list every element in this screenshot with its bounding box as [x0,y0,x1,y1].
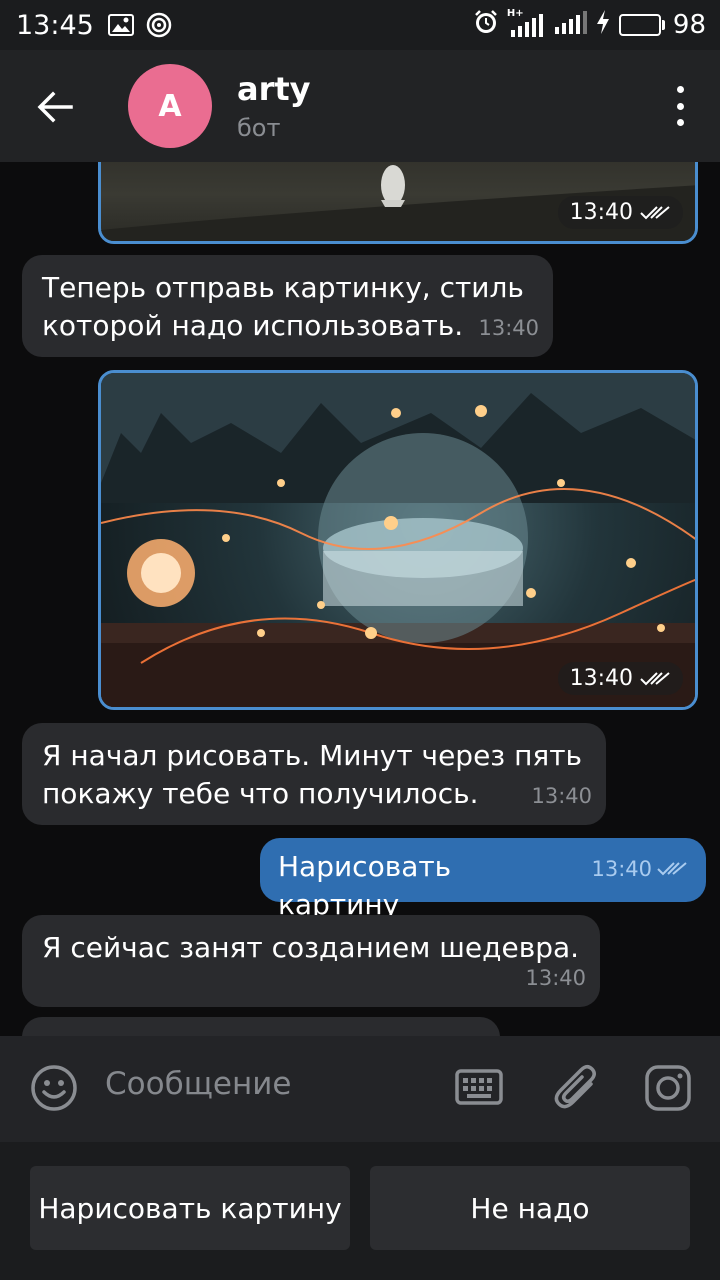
incoming-message[interactable]: Я сейчас занят созданием шедевра. 13:40 [22,915,600,1007]
reply-button-no-thanks[interactable]: Не надо [370,1166,690,1250]
alarm-icon [473,9,499,42]
more-menu-button[interactable] [672,86,688,126]
bot-keyboard-toggle-button[interactable] [455,1069,503,1105]
message-time: 13:40 [591,850,688,888]
message-text-line: Я начал рисовать. Минут через пять [42,739,583,772]
image-message[interactable]: 13:40 [98,162,698,244]
battery-icon [618,14,665,36]
arrow-left-icon [37,91,73,123]
message-input[interactable]: Сообщение [105,1066,291,1102]
double-check-icon [640,671,670,685]
bot-reply-keyboard: Нарисовать картину Не надо [0,1142,720,1280]
message-input-bar: Сообщение [0,1036,720,1142]
avatar-letter: A [158,88,182,124]
keyboard-icon [455,1069,503,1105]
chat-title[interactable]: arty [237,70,311,108]
message-text: Я сейчас занят созданием шедевра. [42,931,580,964]
incoming-message[interactable]: Я начал рисовать. Минут через пять покаж… [22,723,606,825]
double-check-icon [657,862,687,876]
paperclip-icon [554,1065,596,1109]
status-bar: 13:45 H+ 98 [0,0,720,50]
gallery-notification-icon [107,14,134,36]
image-timestamp: 13:40 [557,662,683,695]
message-list[interactable]: 13:40 Теперь отправь картинку, стиль кот… [0,162,720,1036]
chat-header: A arty бот [0,50,720,162]
message-time: 13:40 [525,966,586,990]
message-text: Нарисовать картину [278,850,452,921]
outgoing-message[interactable]: Нарисовать картину 13:40 [260,838,706,921]
charging-icon [595,9,611,42]
battery-percentage: 98 [672,10,706,40]
message-time: 13:40 [478,316,539,340]
image-timestamp: 13:40 [557,196,683,229]
chat-subtitle: бот [237,114,281,142]
reply-button-draw-picture[interactable]: Нарисовать картину [30,1166,350,1250]
incoming-message-partial[interactable] [22,1017,500,1036]
message-text-line: которой надо использовать. [42,309,464,342]
camera-icon [645,1065,691,1111]
message-text-line: покажу тебе что получилось. [42,777,479,810]
back-button[interactable] [30,82,80,132]
image-message[interactable]: 13:40 [98,370,698,710]
camera-button[interactable] [644,1064,692,1112]
photo-preview [101,373,695,707]
message-text-line: Теперь отправь картинку, стиль [42,271,524,304]
message-time: 13:40 [531,784,592,808]
signal-h-plus-icon: H+ [507,8,545,38]
attach-button[interactable] [553,1062,599,1114]
status-time: 13:45 [16,9,94,41]
double-check-icon [640,205,670,219]
emoji-icon [31,1065,77,1111]
emoji-button[interactable] [30,1064,78,1112]
signal-icon [553,9,587,42]
hotspot-icon [146,12,172,38]
avatar[interactable]: A [128,64,212,148]
incoming-message[interactable]: Теперь отправь картинку, стиль которой н… [22,255,553,357]
